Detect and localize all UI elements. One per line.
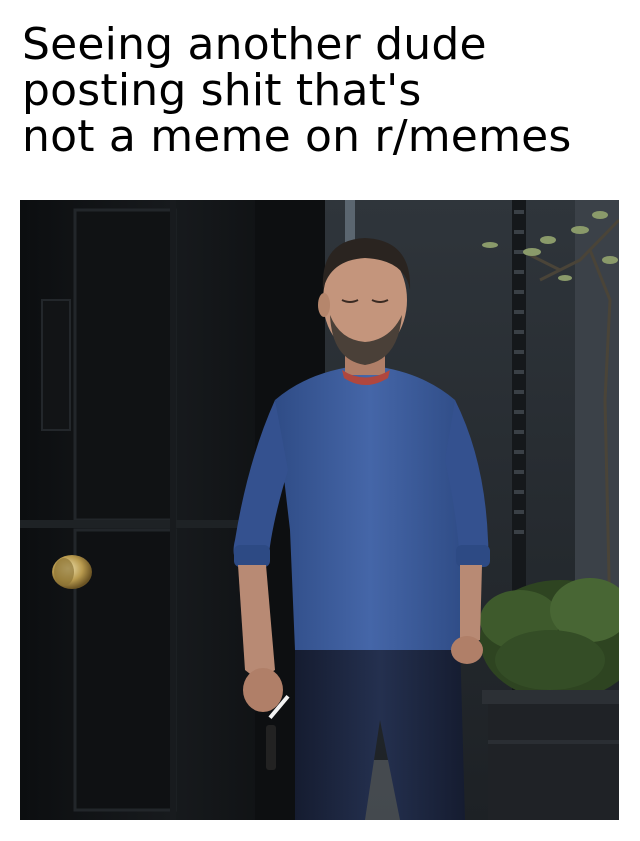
photo-illustration bbox=[20, 200, 619, 820]
door bbox=[20, 200, 325, 820]
caption-line-3: not a meme on r/memes bbox=[22, 111, 572, 162]
right-hand bbox=[451, 636, 483, 664]
planter bbox=[482, 690, 619, 820]
caption-line-1: Seeing another dude bbox=[22, 19, 487, 70]
left-hand bbox=[243, 668, 283, 712]
right-forearm bbox=[460, 565, 482, 645]
keys bbox=[266, 725, 276, 770]
sweater bbox=[275, 365, 465, 650]
meme-caption: Seeing another dude posting shit that's … bbox=[22, 22, 612, 160]
door-knob bbox=[52, 555, 92, 589]
meme-photo bbox=[20, 200, 619, 820]
caption-line-2: posting shit that's bbox=[22, 65, 422, 116]
